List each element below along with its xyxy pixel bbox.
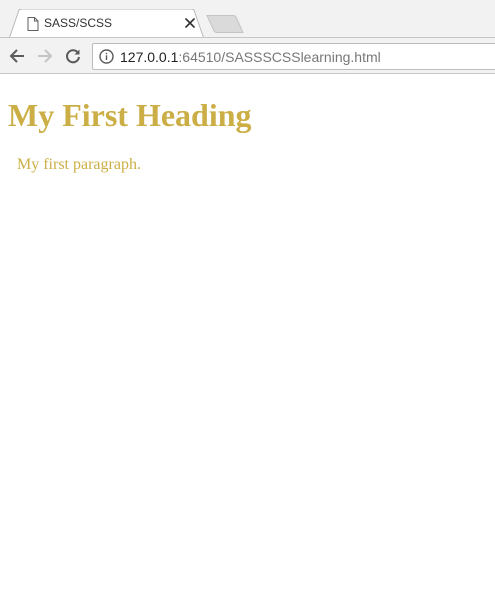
page-paragraph: My first paragraph. [17, 156, 141, 173]
url-host: 127.0.0.1 [120, 49, 179, 65]
close-icon[interactable] [181, 14, 199, 32]
page-heading: My First Heading [8, 97, 252, 133]
toolbar: 127.0.0.1:64510/SASSSCSSlearning.html [0, 37, 495, 74]
page-viewport: My First Heading My first paragraph. [0, 74, 495, 608]
tab-title: SASS/SCSS [44, 16, 113, 30]
reload-icon[interactable] [62, 45, 84, 67]
address-bar[interactable]: 127.0.0.1:64510/SASSSCSSlearning.html [92, 43, 495, 70]
new-tab-icon[interactable] [206, 15, 244, 33]
url-path: :64510/SASSSCSSlearning.html [178, 49, 381, 65]
tab-strip: SASS/SCSS [0, 0, 495, 39]
browser-window: SASS/SCSS 127.0.0.1:64510/SASSSCSSlearni… [0, 0, 495, 608]
page-icon [27, 17, 39, 31]
back-arrow-icon[interactable] [6, 45, 28, 67]
info-icon[interactable] [99, 49, 114, 64]
forward-arrow-icon[interactable] [34, 45, 56, 67]
tab-active[interactable]: SASS/SCSS [9, 9, 204, 39]
url-text[interactable]: 127.0.0.1:64510/SASSSCSSlearning.html [120, 49, 381, 65]
